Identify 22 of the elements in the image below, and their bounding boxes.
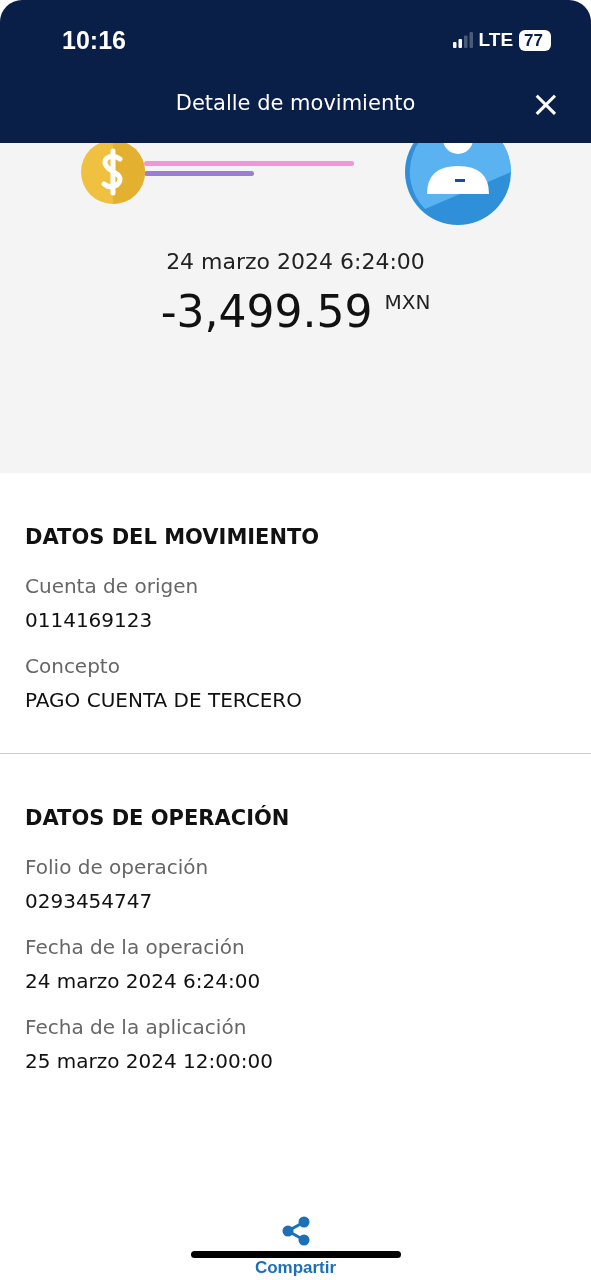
field-value: 24 marzo 2024 6:24:00 [25, 968, 262, 995]
field-value: 0293454747 [25, 888, 154, 915]
field-label: Folio de operación [25, 854, 210, 881]
currency-label: MXN [384, 290, 431, 314]
close-button[interactable]: × [526, 85, 565, 122]
field-value: 0114169123 [25, 607, 154, 634]
network-label: LTE [478, 29, 514, 51]
section-heading: DATOS DEL MOVIMIENTO [25, 525, 321, 549]
field-label: Fecha de la operación [25, 934, 246, 961]
field-value: PAGO CUENTA DE TERCERO [25, 687, 303, 714]
transaction-date: 24 marzo 2024 6:24:00 [166, 249, 425, 274]
battery-level: 77 [519, 29, 551, 51]
signal-icon [452, 32, 473, 48]
transaction-amount: -3,499.59 [160, 286, 373, 337]
field-label: Concepto [25, 653, 121, 680]
field-label: Cuenta de origen [25, 573, 200, 600]
section-heading: DATOS DE OPERACIÓN [25, 806, 291, 830]
screen-title: Detalle de movimiento [175, 90, 416, 115]
share-button[interactable]: Compartir [250, 1258, 341, 1280]
status-time: 10:16 [62, 25, 126, 55]
field-value: 25 marzo 2024 12:00:00 [25, 1048, 274, 1075]
field-label: Fecha de la aplicación [25, 1014, 248, 1041]
